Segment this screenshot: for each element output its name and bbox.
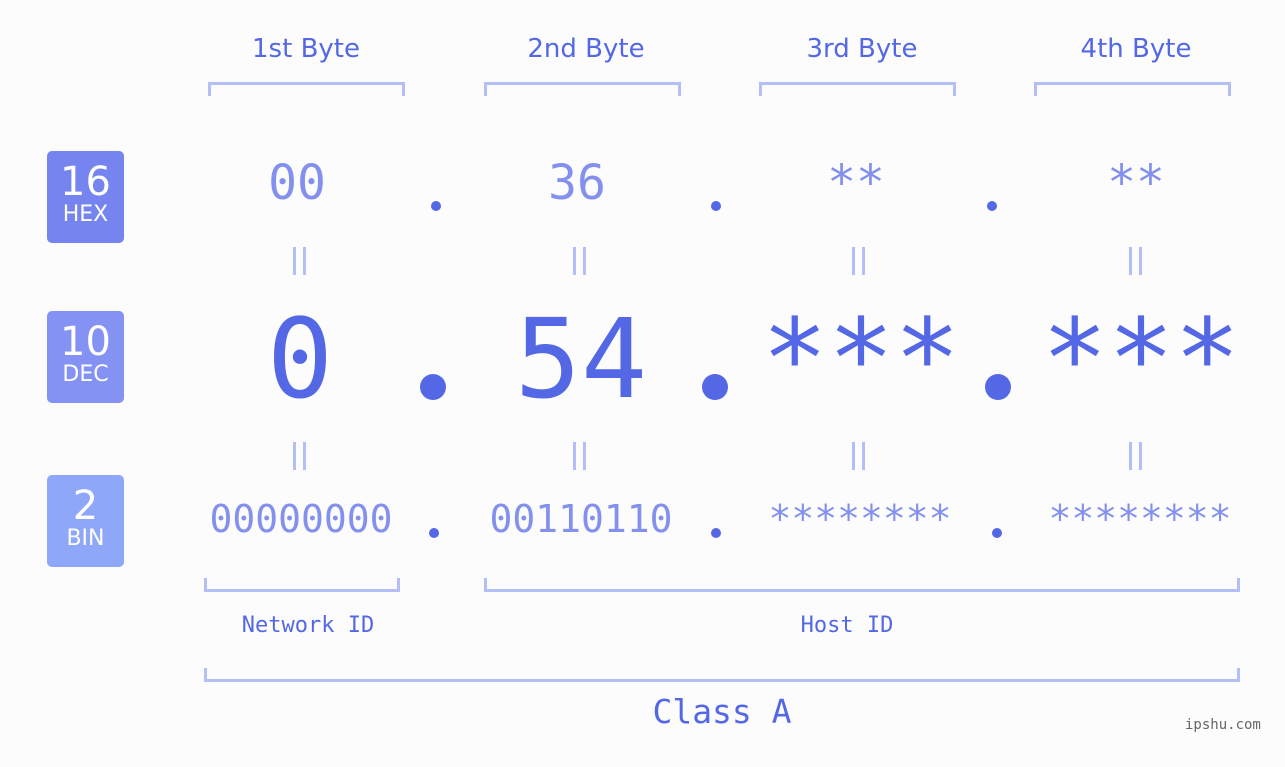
header-byte-3: 3rd Byte: [806, 34, 918, 64]
watermark: ipshu.com: [1185, 717, 1261, 733]
bin-byte-1: 00000000: [209, 497, 393, 541]
bin-dot-1: [429, 528, 439, 538]
equals-icon: [573, 247, 587, 275]
bin-dot-2: [711, 528, 721, 538]
equals-icon: [1129, 442, 1143, 470]
bracket-byte-1: [208, 82, 405, 96]
hex-byte-1: 00: [268, 155, 326, 211]
bin-byte-3: ********: [768, 497, 952, 541]
hex-badge-label: HEX: [62, 202, 109, 227]
host-id-label: Host ID: [800, 613, 894, 638]
bin-badge-label: BIN: [66, 526, 105, 551]
hex-dot-2: [711, 201, 721, 211]
dec-dot-1: [420, 374, 446, 400]
dec-byte-1: 0: [266, 295, 334, 423]
bin-byte-2: 00110110: [489, 497, 673, 541]
dec-byte-3: ***: [761, 295, 961, 423]
equals-icon: [1129, 247, 1143, 275]
dec-dot-3: [985, 374, 1011, 400]
dec-byte-4: ***: [1041, 295, 1241, 423]
equals-icon: [293, 442, 307, 470]
hex-byte-2: 36: [548, 155, 606, 211]
network-id-label: Network ID: [241, 613, 375, 638]
hex-byte-4: **: [1107, 155, 1165, 211]
bin-badge: 2 BIN: [47, 475, 124, 567]
header-byte-2: 2nd Byte: [527, 34, 645, 64]
hex-dot-1: [431, 201, 441, 211]
equals-icon: [293, 247, 307, 275]
bracket-byte-4: [1034, 82, 1231, 96]
host-id-bracket: [484, 578, 1240, 592]
hex-badge-number: 16: [60, 159, 111, 205]
dec-badge-label: DEC: [62, 362, 109, 387]
bin-dot-3: [992, 528, 1002, 538]
dec-badge-number: 10: [60, 319, 111, 365]
bin-byte-4: ********: [1048, 497, 1232, 541]
dec-badge: 10 DEC: [47, 311, 124, 403]
equals-icon: [573, 442, 587, 470]
equals-icon: [852, 442, 866, 470]
header-byte-4: 4th Byte: [1080, 34, 1192, 64]
bracket-byte-3: [759, 82, 956, 96]
class-label: Class A: [652, 692, 792, 731]
hex-byte-3: **: [827, 155, 885, 211]
dec-byte-2: 54: [514, 295, 648, 423]
hex-badge: 16 HEX: [47, 151, 124, 243]
hex-dot-3: [987, 201, 997, 211]
header-byte-1: 1st Byte: [252, 34, 360, 64]
bracket-byte-2: [484, 82, 681, 96]
class-bracket: [204, 668, 1240, 682]
network-id-bracket: [204, 578, 400, 592]
equals-icon: [852, 247, 866, 275]
bin-badge-number: 2: [72, 483, 99, 529]
dec-dot-2: [702, 374, 728, 400]
